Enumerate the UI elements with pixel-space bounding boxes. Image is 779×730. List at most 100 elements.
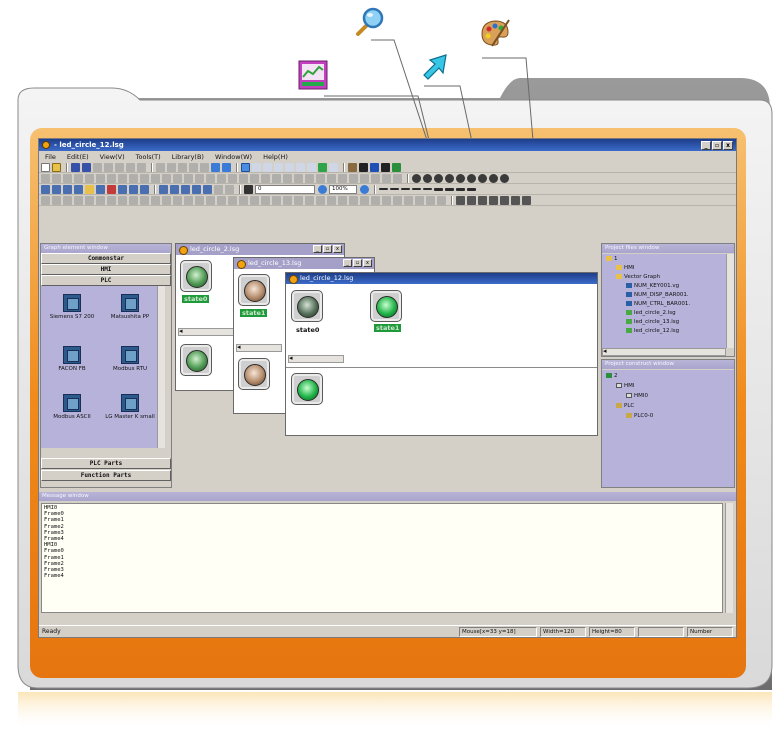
object-icon[interactable] bbox=[239, 195, 248, 205]
menu-help[interactable]: Help(H) bbox=[263, 153, 288, 161]
tree-node[interactable]: HMI0 bbox=[626, 393, 648, 399]
arrange-icon[interactable] bbox=[52, 173, 61, 183]
save-icon[interactable] bbox=[71, 162, 80, 172]
color-tool-icon[interactable] bbox=[348, 162, 357, 172]
object-icon[interactable] bbox=[52, 195, 61, 205]
undo-icon[interactable] bbox=[126, 162, 135, 172]
fill-tool-icon[interactable] bbox=[318, 162, 327, 172]
view-icon[interactable] bbox=[140, 184, 149, 194]
arrange-icon[interactable] bbox=[129, 173, 138, 183]
arrow-style-icon[interactable] bbox=[445, 187, 454, 191]
object-icon[interactable] bbox=[283, 195, 292, 205]
message-scrollbar[interactable] bbox=[725, 503, 733, 613]
arc-tool-icon[interactable] bbox=[296, 162, 305, 172]
object-icon[interactable] bbox=[151, 195, 160, 205]
view-icon[interactable] bbox=[107, 184, 116, 194]
arrange-icon[interactable] bbox=[294, 173, 303, 183]
arrange-icon[interactable] bbox=[195, 173, 204, 183]
arrange-icon[interactable] bbox=[85, 173, 94, 183]
arrange-icon[interactable] bbox=[382, 173, 391, 183]
arrange-icon[interactable] bbox=[206, 173, 215, 183]
library-item[interactable]: Modbus RTU bbox=[103, 346, 157, 372]
arrange-icon[interactable] bbox=[349, 173, 358, 183]
object-icon[interactable] bbox=[206, 195, 215, 205]
view-icon[interactable] bbox=[159, 184, 168, 194]
view-icon[interactable] bbox=[181, 184, 190, 194]
arrange-icon[interactable] bbox=[305, 173, 314, 183]
view-icon[interactable] bbox=[225, 184, 234, 194]
paste-icon[interactable] bbox=[115, 162, 124, 172]
line-style-icon[interactable] bbox=[379, 188, 388, 190]
chart-tool-icon[interactable] bbox=[211, 162, 220, 172]
object-icon[interactable] bbox=[327, 195, 336, 205]
arrange-icon[interactable] bbox=[118, 173, 127, 183]
object-icon[interactable] bbox=[184, 195, 193, 205]
view-icon[interactable] bbox=[203, 184, 212, 194]
object-icon[interactable] bbox=[382, 195, 391, 205]
led-indicator[interactable] bbox=[291, 373, 323, 405]
arrange-icon[interactable] bbox=[250, 173, 259, 183]
arrange-icon[interactable] bbox=[140, 173, 149, 183]
object-icon[interactable] bbox=[129, 195, 138, 205]
object-icon[interactable] bbox=[195, 195, 204, 205]
arrange-icon[interactable] bbox=[228, 173, 237, 183]
tree-node[interactable]: led_circle_13.lsg bbox=[626, 319, 679, 325]
arrange-icon[interactable] bbox=[283, 173, 292, 183]
copy-icon[interactable] bbox=[104, 162, 113, 172]
tree-node[interactable]: led_circle_12.lsg bbox=[626, 328, 679, 334]
arrange-icon[interactable] bbox=[327, 173, 336, 183]
led-tool-icon[interactable] bbox=[445, 173, 454, 183]
zoom-icon[interactable] bbox=[318, 184, 327, 194]
line-tool-icon[interactable] bbox=[252, 162, 261, 172]
view-icon[interactable] bbox=[74, 184, 83, 194]
view-icon[interactable] bbox=[170, 184, 179, 194]
tree-node[interactable]: Vector Graph bbox=[616, 274, 660, 280]
arrange-icon[interactable] bbox=[173, 173, 182, 183]
arrange-icon[interactable] bbox=[261, 173, 270, 183]
close-icon[interactable]: x bbox=[333, 245, 342, 253]
object-icon[interactable] bbox=[437, 195, 446, 205]
arrange-icon[interactable] bbox=[217, 173, 226, 183]
led-tool-icon[interactable] bbox=[456, 173, 465, 183]
zoom-in-icon[interactable] bbox=[360, 184, 369, 194]
arrange-icon[interactable] bbox=[239, 173, 248, 183]
function-parts-button[interactable]: Function Parts bbox=[41, 470, 171, 481]
led-tool-icon[interactable] bbox=[423, 173, 432, 183]
object-icon[interactable] bbox=[217, 195, 226, 205]
led-indicator[interactable] bbox=[238, 274, 270, 306]
close-button[interactable]: x bbox=[723, 140, 733, 150]
view-icon[interactable] bbox=[41, 184, 50, 194]
library-item[interactable]: FACON FB bbox=[45, 346, 99, 372]
arrange-icon[interactable] bbox=[393, 173, 402, 183]
redo-icon[interactable] bbox=[137, 162, 146, 172]
view-icon[interactable] bbox=[129, 184, 138, 194]
minimize-icon[interactable]: _ bbox=[313, 245, 322, 253]
layout-icon[interactable] bbox=[467, 195, 476, 205]
category-hmi-button[interactable]: HMI bbox=[41, 264, 171, 275]
object-icon[interactable] bbox=[41, 195, 50, 205]
line-style-icon[interactable] bbox=[412, 188, 421, 190]
arrange-icon[interactable] bbox=[272, 173, 281, 183]
library-item[interactable]: Modbus ASCII bbox=[45, 394, 99, 420]
object-icon[interactable] bbox=[173, 195, 182, 205]
led-indicator[interactable] bbox=[238, 358, 270, 390]
save-all-icon[interactable] bbox=[82, 162, 91, 172]
plc-parts-button[interactable]: PLC Parts bbox=[41, 458, 171, 469]
arrange-icon[interactable] bbox=[63, 173, 72, 183]
tree-node[interactable]: NUM_CTRL_BAR001. bbox=[626, 301, 690, 307]
minimize-icon[interactable]: _ bbox=[343, 259, 352, 267]
align-right-icon[interactable] bbox=[178, 162, 187, 172]
layout-icon[interactable] bbox=[522, 195, 531, 205]
object-icon[interactable] bbox=[261, 195, 270, 205]
arrange-icon[interactable] bbox=[371, 173, 380, 183]
open-file-icon[interactable] bbox=[52, 162, 61, 172]
tree-node[interactable]: 2 bbox=[606, 373, 618, 379]
tree-node[interactable]: NUM_KEY001.vg bbox=[626, 283, 679, 289]
arrow-style-icon[interactable] bbox=[434, 187, 443, 191]
align-center-icon[interactable] bbox=[167, 162, 176, 172]
folder-icon[interactable] bbox=[85, 184, 94, 194]
object-icon[interactable] bbox=[415, 195, 424, 205]
polygon-tool-icon[interactable] bbox=[307, 162, 316, 172]
object-icon[interactable] bbox=[349, 195, 358, 205]
arrange-icon[interactable] bbox=[316, 173, 325, 183]
